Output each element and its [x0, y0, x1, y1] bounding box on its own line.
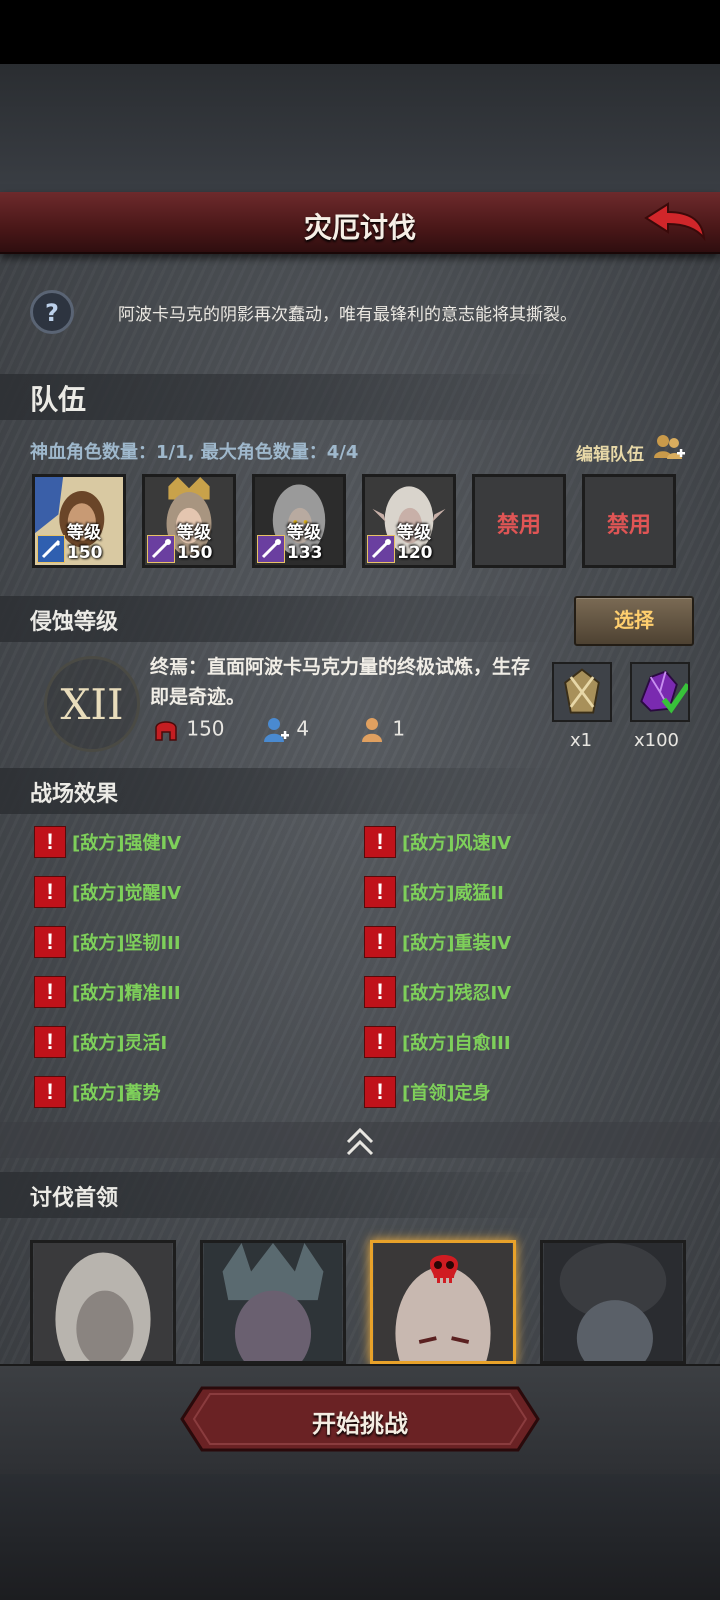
warning-icon: ! — [34, 876, 66, 908]
battlefield-header-label: 战场效果 — [30, 782, 119, 807]
title-bar: 灾厄讨伐 — [0, 192, 720, 254]
emblem-reward-icon[interactable] — [552, 662, 612, 722]
reward-count-1: x1 — [570, 730, 593, 751]
character-level: 等级150 — [67, 523, 103, 563]
effect-item[interactable]: ! [敌方]残忍IV — [364, 976, 511, 1008]
select-button[interactable]: 选择 — [574, 596, 694, 646]
helmet-icon — [155, 721, 177, 741]
character-level: 等级120 — [397, 523, 433, 563]
helmet-value: 150 — [186, 716, 225, 741]
effect-item[interactable]: ! [敌方]重装IV — [364, 926, 511, 958]
warning-icon: ! — [364, 926, 396, 958]
corrosion-level-badge: XII — [44, 656, 140, 752]
top-dark-band — [0, 64, 720, 192]
effect-item[interactable]: ! [敌方]灵活I — [34, 1026, 167, 1058]
team-slot-4[interactable]: 等级120 — [362, 474, 456, 568]
effect-item[interactable]: ! [敌方]自愈III — [364, 1026, 511, 1058]
warning-icon: ! — [34, 926, 66, 958]
bottom-dark-band — [0, 1472, 720, 1600]
start-button-label: 开始挑战 — [312, 1410, 408, 1438]
warning-icon: ! — [364, 826, 396, 858]
crystal-reward-icon[interactable] — [630, 662, 690, 722]
boss-header: 讨伐首领 — [0, 1172, 560, 1218]
team-header-label: 队伍 — [30, 383, 87, 416]
corrosion-description: 终焉：直面阿波卡马克力量的终极试炼，生存即是奇迹。 — [150, 656, 531, 708]
team-size-icon — [264, 718, 289, 742]
single-unit-stat: 1 — [358, 716, 405, 744]
team-header: 队伍 — [0, 374, 560, 420]
status-bar — [0, 0, 720, 64]
disabled-label: 禁用 — [496, 513, 541, 538]
warning-icon: ! — [364, 876, 396, 908]
warning-icon: ! — [34, 976, 66, 1008]
character-level: 等级150 — [177, 523, 213, 563]
staff-class-icon — [147, 535, 175, 563]
team-slot-2[interactable]: 等级150 — [142, 474, 236, 568]
team-count-text: 神血角色数量：1/1, 最大角色数量：4/4 — [30, 442, 359, 463]
boss-portrait-1[interactable] — [30, 1240, 176, 1364]
sword-class-icon — [37, 535, 65, 563]
back-arrow-icon[interactable] — [642, 200, 708, 246]
effect-item[interactable]: ! [敌方]精准III — [34, 976, 181, 1008]
page-title: 灾厄讨伐 — [303, 211, 416, 244]
battlefield-header: 战场效果 — [0, 768, 560, 814]
corrosion-header: 侵蚀等级 — [0, 596, 560, 642]
reward-count-2: x100 — [634, 730, 680, 751]
effect-item[interactable]: ! [敌方]坚韧III — [34, 926, 181, 958]
team-slot-5-disabled: 禁用 — [472, 474, 566, 568]
effect-item[interactable]: ! [首领]定身 — [364, 1076, 490, 1108]
single-unit-value: 1 — [392, 716, 406, 741]
team-slot-1[interactable]: 等级150 — [32, 474, 126, 568]
staff-class-icon — [367, 535, 395, 563]
warning-icon: ! — [34, 1076, 66, 1108]
effect-item[interactable]: ! [敌方]强健IV — [34, 826, 181, 858]
team-slot-6-disabled: 禁用 — [582, 474, 676, 568]
boss-portrait-4[interactable] — [540, 1240, 686, 1364]
effect-item[interactable]: ! [敌方]风速IV — [364, 826, 511, 858]
corrosion-header-label: 侵蚀等级 — [30, 610, 119, 635]
single-unit-icon — [362, 718, 382, 742]
effect-item[interactable]: ! [敌方]蓄势 — [34, 1076, 160, 1108]
effect-item[interactable]: ! [敌方]觉醒IV — [34, 876, 181, 908]
edit-team-button[interactable]: 编辑队伍 — [576, 440, 644, 465]
staff-class-icon — [257, 535, 285, 563]
warning-icon: ! — [364, 1076, 396, 1108]
effect-item[interactable]: ! [敌方]威猛II — [364, 876, 504, 908]
team-size-value: 4 — [296, 716, 310, 741]
warning-icon: ! — [34, 826, 66, 858]
warning-icon: ! — [364, 976, 396, 1008]
character-level: 等级133 — [287, 523, 323, 563]
edit-team-icon[interactable] — [652, 432, 686, 464]
boss-header-label: 讨伐首领 — [30, 1186, 119, 1211]
help-icon[interactable]: ? — [30, 290, 74, 334]
boss-portrait-2[interactable] — [200, 1240, 346, 1364]
start-challenge-button[interactable]: 开始挑战 — [180, 1386, 540, 1452]
team-slot-3[interactable]: 等级133 — [252, 474, 346, 568]
disabled-label: 禁用 — [606, 513, 651, 538]
warning-icon: ! — [34, 1026, 66, 1058]
warning-icon: ! — [364, 1026, 396, 1058]
team-size-stat: 4 — [262, 716, 309, 744]
double-chevron-up-icon[interactable] — [342, 1122, 378, 1158]
helmet-stat: 150 — [152, 716, 225, 744]
event-description: 阿波卡马克的阴影再次蠢动，唯有最锋利的意志能将其撕裂。 — [118, 305, 577, 325]
skull-icon — [430, 1255, 458, 1283]
